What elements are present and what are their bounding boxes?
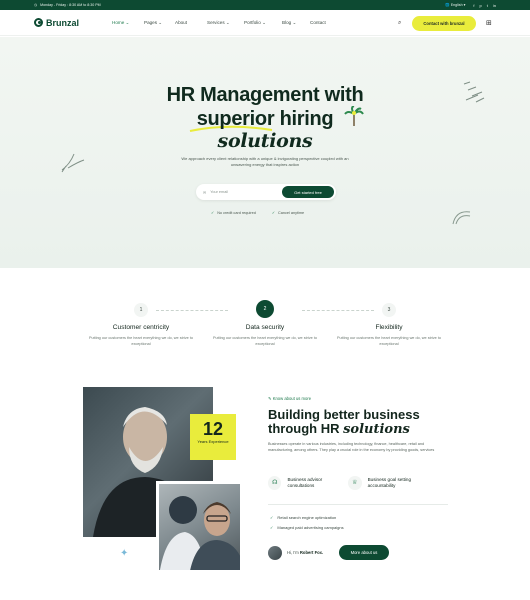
get-started-button[interactable]: Get started free <box>282 186 334 198</box>
contact-button[interactable]: Contact with brunzal <box>412 16 476 31</box>
nav-item-portfolio[interactable]: Portfolio ⌄ <box>244 20 282 26</box>
about-paragraph: Businesses operate in various industries… <box>268 442 435 452</box>
logo[interactable]: Brunzal <box>34 18 112 28</box>
nav-item-pages[interactable]: Pages ⌄ <box>144 20 175 26</box>
feature-desc-1: Putting our customers the heart everythi… <box>88 336 194 346</box>
feature-title-3: Flexibility <box>375 324 403 331</box>
nav-item-services[interactable]: Services ⌄ <box>207 20 244 26</box>
signup-form: ✉ Your email Get started free <box>196 184 336 200</box>
logo-icon <box>34 18 43 27</box>
hero-subtitle: We approach every client relationship wi… <box>181 156 349 167</box>
service-goal-label: Business goal setting accountability <box>367 477 412 488</box>
experience-years: 12 <box>202 419 224 439</box>
search-icon[interactable]: ⌕ <box>398 20 401 27</box>
service-advisor-label: Business advisor consultations <box>287 477 323 488</box>
feature-desc-2: Putting our customers the heart everythi… <box>212 336 318 346</box>
feature-desc-3: Putting our customers the heart everythi… <box>336 336 442 346</box>
linkedin-icon[interactable]: in <box>493 3 496 8</box>
main-nav: Brunzal Home ⌄ Pages ⌄ About Services ⌄ … <box>0 10 530 36</box>
nav-item-contact[interactable]: Contact <box>310 20 342 26</box>
check-icon: ✓ <box>271 211 275 215</box>
swirl-doodle-icon <box>452 211 471 225</box>
sparkle-icon: ✦ <box>120 548 129 559</box>
experience-badge: 12 Years Experience <box>190 414 236 460</box>
check-no-card: ✓ No credit card required <box>211 211 256 215</box>
twitter-icon[interactable]: t <box>487 3 488 8</box>
schedule-info: ◷ Monday - Friday : 8:30 AM to 8:30 PM <box>34 3 101 7</box>
grid-menu-icon[interactable]: ⊞ <box>486 19 492 27</box>
clock-icon: ◷ <box>34 3 38 7</box>
language-selector[interactable]: 🌐 English ▾ <box>445 3 465 7</box>
step-badge-3: 3 <box>382 303 396 317</box>
page: ◷ Monday - Friday : 8:30 AM to 8:30 PM 🌐… <box>0 0 530 600</box>
nav-item-blog[interactable]: Blog ⌄ <box>282 20 310 26</box>
hero-title-line2: superior hiring <box>196 108 334 130</box>
headset-icon: ☊ <box>268 476 282 490</box>
hero-checks: ✓ No credit card required ✓ Cancel anytime <box>211 210 304 215</box>
avatar <box>268 546 282 560</box>
check-icon: ✓ <box>211 211 215 215</box>
logo-text: Brunzal <box>46 17 80 28</box>
language-label: English <box>450 3 463 7</box>
more-about-button[interactable]: More about us <box>339 545 389 560</box>
about-photo-team <box>156 481 243 573</box>
hero-title-line3: solutions <box>217 130 313 152</box>
email-icon: ✉ <box>203 190 207 195</box>
experience-label: Years Experience <box>197 439 229 444</box>
pinterest-icon[interactable]: p <box>480 3 482 8</box>
social-links: f p t in <box>473 3 496 8</box>
step-connector <box>302 310 374 311</box>
service-advisor: ☊ Business advisor consultations <box>268 476 348 490</box>
list-item: ✓ Managed paid advertising campaigns <box>270 525 344 530</box>
author-greeting: Hi, I'm Robert Fox. <box>287 550 324 555</box>
check-icon: ✓ <box>270 515 274 520</box>
schedule-text: Monday - Friday : 8:30 AM to 8:30 PM <box>40 3 101 7</box>
service-goal: ♕ Business goal setting accountability <box>348 476 438 490</box>
about-tagline: ✎ Know about us more <box>268 396 312 401</box>
email-input[interactable]: Your email <box>210 190 228 194</box>
feature-title-1: Customer centricity <box>112 324 170 331</box>
divider <box>268 504 448 505</box>
nav-menu: Home ⌄ Pages ⌄ About Services ⌄ Portfoli… <box>112 20 342 26</box>
trophy-icon: ♕ <box>348 476 362 490</box>
top-bar: ◷ Monday - Friday : 8:30 AM to 8:30 PM 🌐… <box>0 0 530 10</box>
check-cancel: ✓ Cancel anytime <box>271 211 305 215</box>
about-title-line2: through HR solutions <box>268 421 410 437</box>
facebook-icon[interactable]: f <box>473 3 474 8</box>
team-silhouette <box>160 496 240 570</box>
about-title-line1: Building better business <box>268 407 420 422</box>
nav-item-home[interactable]: Home ⌄ <box>112 20 144 26</box>
check-icon: ✓ <box>270 525 274 530</box>
hero-title-line1: HR Management with <box>166 84 364 106</box>
nav-item-about[interactable]: About <box>175 20 207 26</box>
feature-title-2: Data security <box>245 324 285 331</box>
step-badge-2: 2 <box>256 300 274 318</box>
step-badge-1: 1 <box>134 303 148 317</box>
step-connector <box>156 310 228 311</box>
leaf-doodle-icon <box>61 153 85 173</box>
list-item: ✓ Retail search engine optimization <box>270 515 337 520</box>
